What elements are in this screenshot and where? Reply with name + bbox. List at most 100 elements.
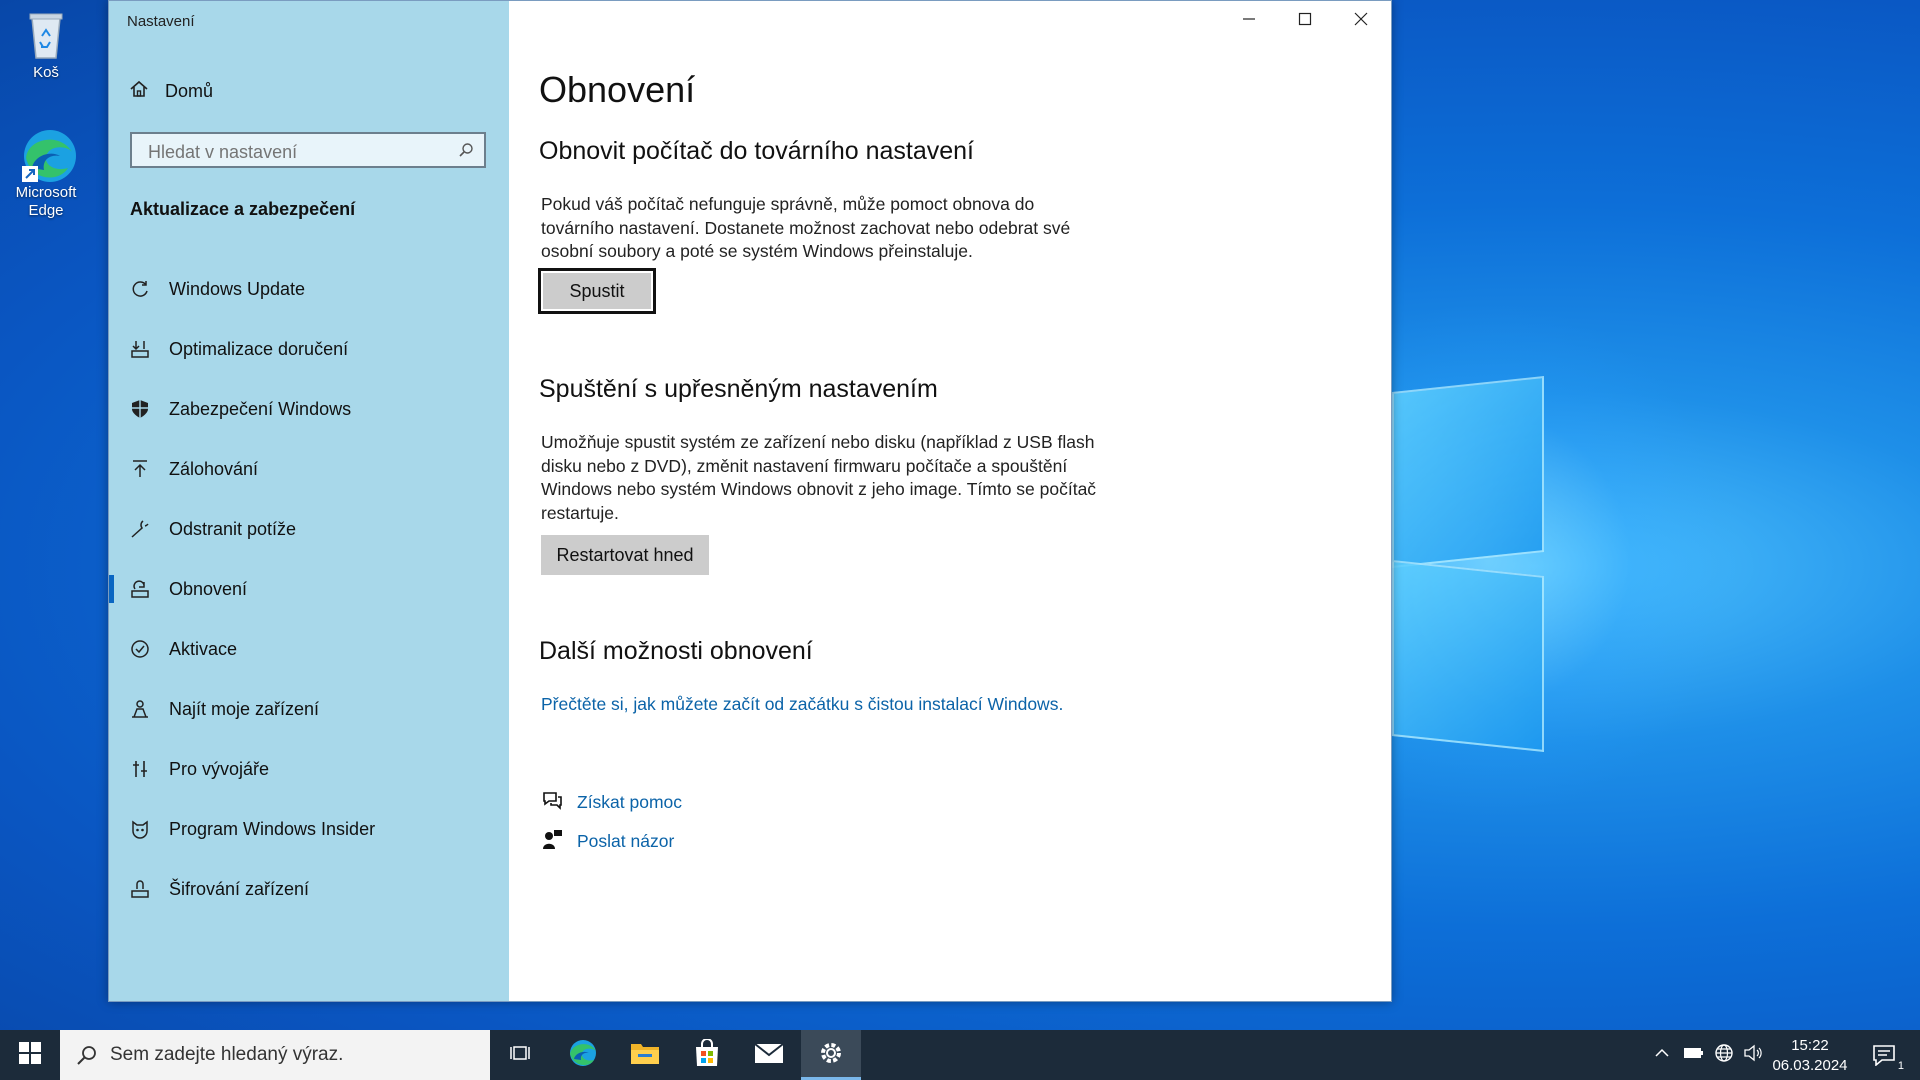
get-help-link[interactable]: Získat pomoc bbox=[541, 789, 682, 816]
home-label: Domů bbox=[165, 81, 214, 101]
wrench-icon bbox=[129, 518, 151, 540]
desktop-icon-recycle-bin[interactable]: Koš bbox=[6, 8, 86, 82]
sidebar-item-recovery[interactable]: Obnovení bbox=[109, 559, 509, 619]
settings-search-input[interactable] bbox=[146, 139, 450, 165]
settings-window: Nastavení Domů Aktualizace a zabezpečení… bbox=[108, 0, 1392, 1002]
clock-time: 15:22 bbox=[1791, 1037, 1829, 1054]
edge-icon bbox=[20, 128, 76, 182]
check-circle-icon bbox=[129, 638, 151, 660]
section-title: Aktualizace a zabezpečení bbox=[130, 199, 356, 219]
sidebar-item-windows-security[interactable]: Zabezpečení Windows bbox=[109, 379, 509, 439]
desktop-icon-label: Koš bbox=[33, 64, 59, 81]
reset-description: Pokud váš počítač nefunguje správně, můž… bbox=[541, 194, 1071, 261]
clock-date: 06.03.2024 bbox=[1772, 1057, 1848, 1074]
desktop-icon-edge[interactable]: Microsoft Edge bbox=[6, 128, 86, 220]
search-icon[interactable] bbox=[458, 142, 474, 163]
page-title: Obnovení bbox=[539, 69, 696, 110]
refresh-icon bbox=[129, 278, 151, 300]
sidebar-item-windows-insider[interactable]: Program Windows Insider bbox=[109, 799, 509, 859]
send-feedback-link[interactable]: Poslat názor bbox=[541, 828, 674, 855]
taskbar-settings-button[interactable] bbox=[801, 1030, 861, 1080]
insider-icon bbox=[129, 818, 151, 840]
sidebar-item-label: Odstranit potíže bbox=[169, 518, 297, 539]
delivery-icon bbox=[129, 338, 151, 360]
taskbar-edge-button[interactable] bbox=[553, 1030, 613, 1080]
windows-logo-pane bbox=[1392, 560, 1544, 752]
windows-start-icon bbox=[19, 1041, 41, 1069]
advanced-startup-description: Umožňuje spustit systém ze zařízení nebo… bbox=[541, 432, 1097, 523]
start-button[interactable] bbox=[0, 1030, 60, 1080]
taskbar-store-button[interactable] bbox=[677, 1030, 737, 1080]
more-recovery-heading: Další možnosti obnovení bbox=[539, 637, 813, 665]
home-link[interactable]: Domů bbox=[129, 79, 213, 104]
volume-icon bbox=[1743, 1044, 1763, 1067]
windows-logo-pane bbox=[1392, 376, 1544, 568]
sidebar-item-delivery-optimization[interactable]: Optimalizace doručení bbox=[109, 319, 509, 379]
sidebar-item-label: Zabezpečení Windows bbox=[169, 398, 352, 419]
sidebar-item-label: Obnovení bbox=[169, 578, 248, 599]
person-pin-icon bbox=[129, 698, 151, 720]
edge-icon bbox=[568, 1038, 598, 1073]
get-help-icon bbox=[541, 789, 563, 816]
settings-search-box[interactable] bbox=[130, 132, 486, 168]
taskbar-search-placeholder: Sem zadejte hledaný výraz. bbox=[110, 1044, 344, 1065]
developer-icon bbox=[129, 758, 151, 780]
advanced-startup-heading: Spuštění s upřesněným nastavením bbox=[539, 375, 938, 403]
volume-tray-button[interactable] bbox=[1740, 1030, 1766, 1080]
desktop-icon-label: Microsoft Edge bbox=[15, 184, 77, 219]
task-view-button[interactable] bbox=[490, 1030, 550, 1080]
chevron-up-icon bbox=[1654, 1046, 1670, 1064]
main-content: Obnovení Obnovit počítač do továrního na… bbox=[538, 1, 1359, 1001]
mail-icon bbox=[754, 1041, 784, 1070]
sidebar-item-windows-update[interactable]: Windows Update bbox=[109, 259, 509, 319]
encryption-icon bbox=[129, 878, 151, 900]
task-view-icon bbox=[509, 1042, 531, 1069]
clean-install-link[interactable]: Přečtěte si, jak můžete začít od začátku… bbox=[541, 694, 1063, 715]
notification-icon: 1 bbox=[1872, 1044, 1904, 1072]
taskbar-search-box[interactable]: Sem zadejte hledaný výraz. bbox=[60, 1030, 490, 1080]
get-help-label[interactable]: Získat pomoc bbox=[577, 792, 682, 813]
window-title: Nastavení bbox=[127, 13, 195, 30]
notification-count: 1 bbox=[1897, 1060, 1904, 1072]
sidebar-item-label: Najít moje zařízení bbox=[169, 698, 320, 719]
recovery-icon bbox=[129, 578, 151, 600]
sidebar-item-device-encryption[interactable]: Šifrování zařízení bbox=[109, 859, 509, 919]
store-icon bbox=[693, 1037, 721, 1072]
taskbar-clock[interactable]: 15:22 06.03.2024 bbox=[1768, 1036, 1852, 1076]
sidebar-nav: Windows Update Optimalizace doručení Zab… bbox=[109, 259, 509, 919]
globe-icon bbox=[1714, 1043, 1734, 1068]
sidebar-item-label: Windows Update bbox=[169, 278, 306, 299]
sidebar-item-label: Aktivace bbox=[169, 638, 238, 659]
file-explorer-icon bbox=[630, 1040, 660, 1071]
sidebar-item-label: Zálohování bbox=[169, 458, 259, 479]
battery-tray-button[interactable] bbox=[1680, 1030, 1708, 1080]
sidebar-item-activation[interactable]: Aktivace bbox=[109, 619, 509, 679]
sidebar-item-label: Pro vývojáře bbox=[169, 758, 270, 779]
feedback-icon bbox=[541, 828, 563, 855]
sidebar: Nastavení Domů Aktualizace a zabezpečení… bbox=[109, 1, 509, 1001]
sidebar-item-label: Optimalizace doručení bbox=[169, 338, 349, 359]
sidebar-item-label: Šifrování zařízení bbox=[169, 878, 310, 899]
reset-heading: Obnovit počítač do továrního nastavení bbox=[539, 137, 974, 165]
restart-now-button[interactable]: Restartovat hned bbox=[541, 535, 709, 575]
taskbar-mail-button[interactable] bbox=[739, 1030, 799, 1080]
battery-icon bbox=[1683, 1046, 1705, 1065]
taskbar: Sem zadejte hledaný výraz. 15:22 06.03.2… bbox=[0, 1030, 1920, 1080]
taskbar-file-explorer-button[interactable] bbox=[615, 1030, 675, 1080]
sidebar-item-for-developers[interactable]: Pro vývojáře bbox=[109, 739, 509, 799]
action-center-button[interactable]: 1 bbox=[1864, 1030, 1904, 1080]
sidebar-item-find-my-device[interactable]: Najít moje zařízení bbox=[109, 679, 509, 739]
sidebar-item-backup[interactable]: Zálohování bbox=[109, 439, 509, 499]
shield-icon bbox=[129, 398, 151, 420]
reset-start-button[interactable]: Spustit bbox=[538, 268, 656, 314]
home-icon bbox=[129, 79, 149, 104]
send-feedback-label[interactable]: Poslat názor bbox=[577, 831, 674, 852]
recycle-bin-icon bbox=[20, 8, 72, 60]
network-tray-button[interactable] bbox=[1710, 1030, 1738, 1080]
settings-icon bbox=[818, 1040, 844, 1071]
sidebar-item-troubleshoot[interactable]: Odstranit potíže bbox=[109, 499, 509, 559]
sidebar-item-label: Program Windows Insider bbox=[169, 818, 376, 839]
search-icon bbox=[76, 1044, 98, 1066]
show-hidden-icons-button[interactable] bbox=[1650, 1030, 1674, 1080]
backup-icon bbox=[129, 458, 151, 480]
